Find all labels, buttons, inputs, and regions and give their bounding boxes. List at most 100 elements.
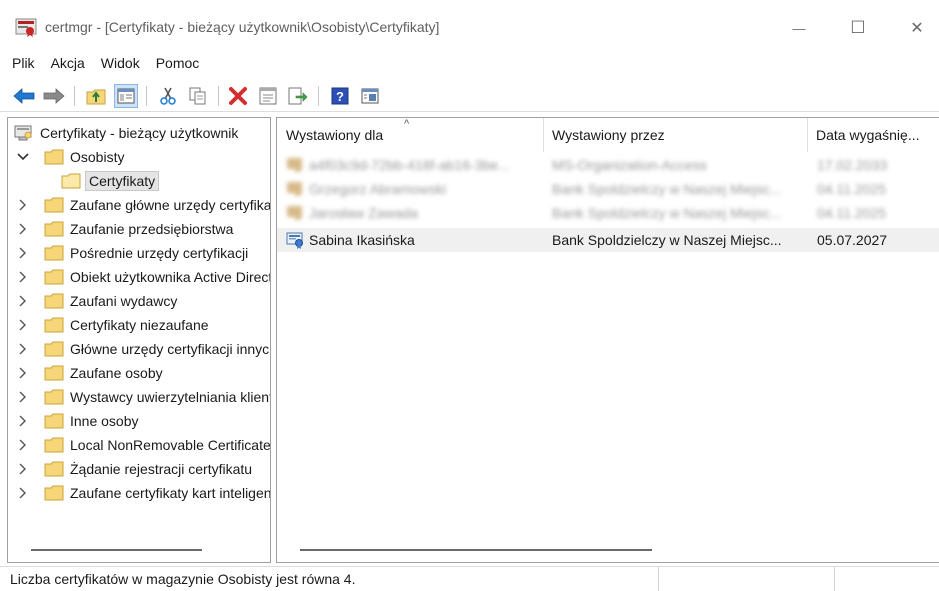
certificate-list[interactable]: Wystawiony dla ^ Wystawiony przez Data w…	[276, 117, 939, 563]
svg-text:?: ?	[336, 89, 344, 104]
console-tree[interactable]: Certyfikaty - bieżący użytkownik Osobist…	[7, 117, 271, 563]
tree-item-certyfikaty[interactable]: Certyfikaty	[61, 169, 160, 193]
folder-icon	[44, 437, 64, 453]
menu-akcja[interactable]: Akcja	[43, 51, 93, 75]
tree-item[interactable]: Inne osoby	[16, 409, 139, 433]
tree-item[interactable]: Zaufani wydawcy	[16, 289, 177, 313]
table-row[interactable]: Grzegorz Abramowski Bank Spoldzielczy w …	[277, 177, 939, 201]
folder-icon	[44, 221, 64, 237]
delete-icon	[229, 87, 247, 105]
tree-item-osobisty[interactable]: Osobisty	[16, 145, 124, 169]
column-header-expiration[interactable]: Data wygaśnię...	[807, 118, 939, 152]
tree-item-label: Zaufanie przedsiębiorstwa	[70, 221, 234, 237]
chevron-right-icon[interactable]	[16, 462, 30, 476]
chevron-right-icon[interactable]	[16, 438, 30, 452]
toolbar-separator	[146, 86, 147, 106]
tree-item-label: Pośrednie urzędy certyfikacji	[70, 245, 249, 261]
folder-icon	[44, 365, 64, 381]
chevron-right-icon[interactable]	[16, 414, 30, 428]
tree-item-label: Zaufane osoby	[70, 365, 163, 381]
delete-button[interactable]	[226, 84, 250, 108]
chevron-right-icon[interactable]	[16, 222, 30, 236]
chevron-right-icon[interactable]	[16, 294, 30, 308]
close-button[interactable]: ✕	[894, 10, 939, 46]
folder-icon	[44, 245, 64, 261]
tree-item[interactable]: Zaufanie przedsiębiorstwa	[16, 217, 233, 241]
chevron-right-icon[interactable]	[16, 246, 30, 260]
certificates-root-icon	[14, 125, 32, 141]
cell-issued-by: MS-Organization-Access	[552, 157, 707, 173]
show-hide-tree-button[interactable]	[114, 84, 138, 108]
up-folder-button[interactable]	[84, 84, 108, 108]
folder-icon	[44, 413, 64, 429]
toolbar: ?	[0, 80, 939, 112]
table-row[interactable]: a4f03c9d-72bb-418f-ab16-3be... MS-Organi…	[277, 153, 939, 177]
copy-button[interactable]	[186, 84, 210, 108]
tree-item[interactable]: Zaufane certyfikaty kart inteligentnych	[16, 481, 270, 505]
status-divider	[834, 567, 835, 591]
column-header-label: Wystawiony dla	[286, 127, 384, 143]
back-icon	[13, 88, 35, 104]
status-divider	[658, 567, 659, 591]
chevron-right-icon[interactable]	[16, 318, 30, 332]
table-row[interactable]: Jarosław Zawada Bank Spoldzielczy w Nasz…	[277, 201, 939, 225]
minimize-button[interactable]: —	[776, 10, 822, 46]
forward-button[interactable]	[42, 84, 66, 108]
cell-issued-to: Grzegorz Abramowski	[309, 181, 446, 197]
toolbar-separator	[218, 86, 219, 106]
back-button[interactable]	[12, 84, 36, 108]
menu-pomoc[interactable]: Pomoc	[148, 51, 208, 75]
window-title: certmgr - [Certyfikaty - bieżący użytkow…	[45, 19, 440, 35]
properties-button[interactable]	[256, 84, 280, 108]
tree-item[interactable]: Zaufane osoby	[16, 361, 163, 385]
maximize-icon: ☐	[850, 18, 866, 37]
column-header-label: Wystawiony przez	[552, 127, 665, 143]
tree-item[interactable]: Certyfikaty niezaufane	[16, 313, 209, 337]
cut-icon	[160, 87, 176, 105]
tree-horizontal-scrollbar[interactable]	[31, 549, 202, 551]
export-button[interactable]	[286, 84, 310, 108]
certificate-icon	[287, 182, 302, 196]
up-folder-icon	[86, 89, 106, 105]
cell-expiration: 04.11.2025	[817, 205, 887, 221]
tree-item[interactable]: Wystawcy uwierzytelniania klientów	[16, 385, 270, 409]
column-header-issued-by[interactable]: Wystawiony przez	[543, 118, 807, 152]
copy-icon	[189, 87, 206, 105]
tree-item[interactable]: Pośrednie urzędy certyfikacji	[16, 241, 248, 265]
title-bar: certmgr - [Certyfikaty - bieżący użytkow…	[0, 0, 939, 48]
forward-icon	[43, 88, 65, 104]
cut-button[interactable]	[156, 84, 180, 108]
table-row[interactable]: Sabina Ikasińska Bank Spoldzielczy w Nas…	[277, 228, 939, 252]
folder-icon	[44, 293, 64, 309]
tree-item[interactable]: Główne urzędy certyfikacji innych firm	[16, 337, 270, 361]
details-view-button[interactable]	[358, 84, 382, 108]
chevron-right-icon[interactable]	[16, 198, 30, 212]
tree-item[interactable]: Obiekt użytkownika Active Directory	[16, 265, 271, 289]
menu-widok[interactable]: Widok	[93, 51, 148, 75]
properties-icon	[259, 87, 277, 105]
maximize-button[interactable]: ☐	[835, 10, 881, 46]
menu-plik[interactable]: Plik	[0, 51, 43, 75]
cell-issued-by: Bank Spoldzielczy w Naszej Miejsc...	[552, 205, 782, 221]
chevron-right-icon[interactable]	[16, 342, 30, 356]
status-text: Liczba certyfikatów w magazynie Osobisty…	[10, 571, 356, 587]
column-header-issued-to[interactable]: Wystawiony dla	[277, 118, 543, 152]
tree-item-label: Obiekt użytkownika Active Directory	[70, 269, 271, 285]
toolbar-separator	[74, 86, 75, 106]
list-horizontal-scrollbar[interactable]	[300, 549, 652, 551]
chevron-right-icon[interactable]	[16, 486, 30, 500]
tree-item[interactable]: Żądanie rejestracji certyfikatu	[16, 457, 252, 481]
cell-issued-by: Bank Spoldzielczy w Naszej Miejsc...	[552, 232, 782, 248]
tree-item[interactable]: Zaufane główne urzędy certyfikacji	[16, 193, 270, 217]
cell-expiration: 04.11.2025	[817, 181, 887, 197]
chevron-right-icon[interactable]	[16, 390, 30, 404]
chevron-right-icon[interactable]	[16, 366, 30, 380]
tree-root[interactable]: Certyfikaty - bieżący użytkownik	[14, 121, 238, 145]
help-button[interactable]: ?	[328, 84, 352, 108]
show-hide-tree-icon	[117, 88, 135, 104]
chevron-down-icon[interactable]	[16, 150, 30, 164]
cell-issued-by: Bank Spoldzielczy w Naszej Miejsc...	[552, 181, 782, 197]
folder-icon	[44, 269, 64, 285]
chevron-right-icon[interactable]	[16, 270, 30, 284]
tree-item[interactable]: Local NonRemovable Certificates	[16, 433, 270, 457]
